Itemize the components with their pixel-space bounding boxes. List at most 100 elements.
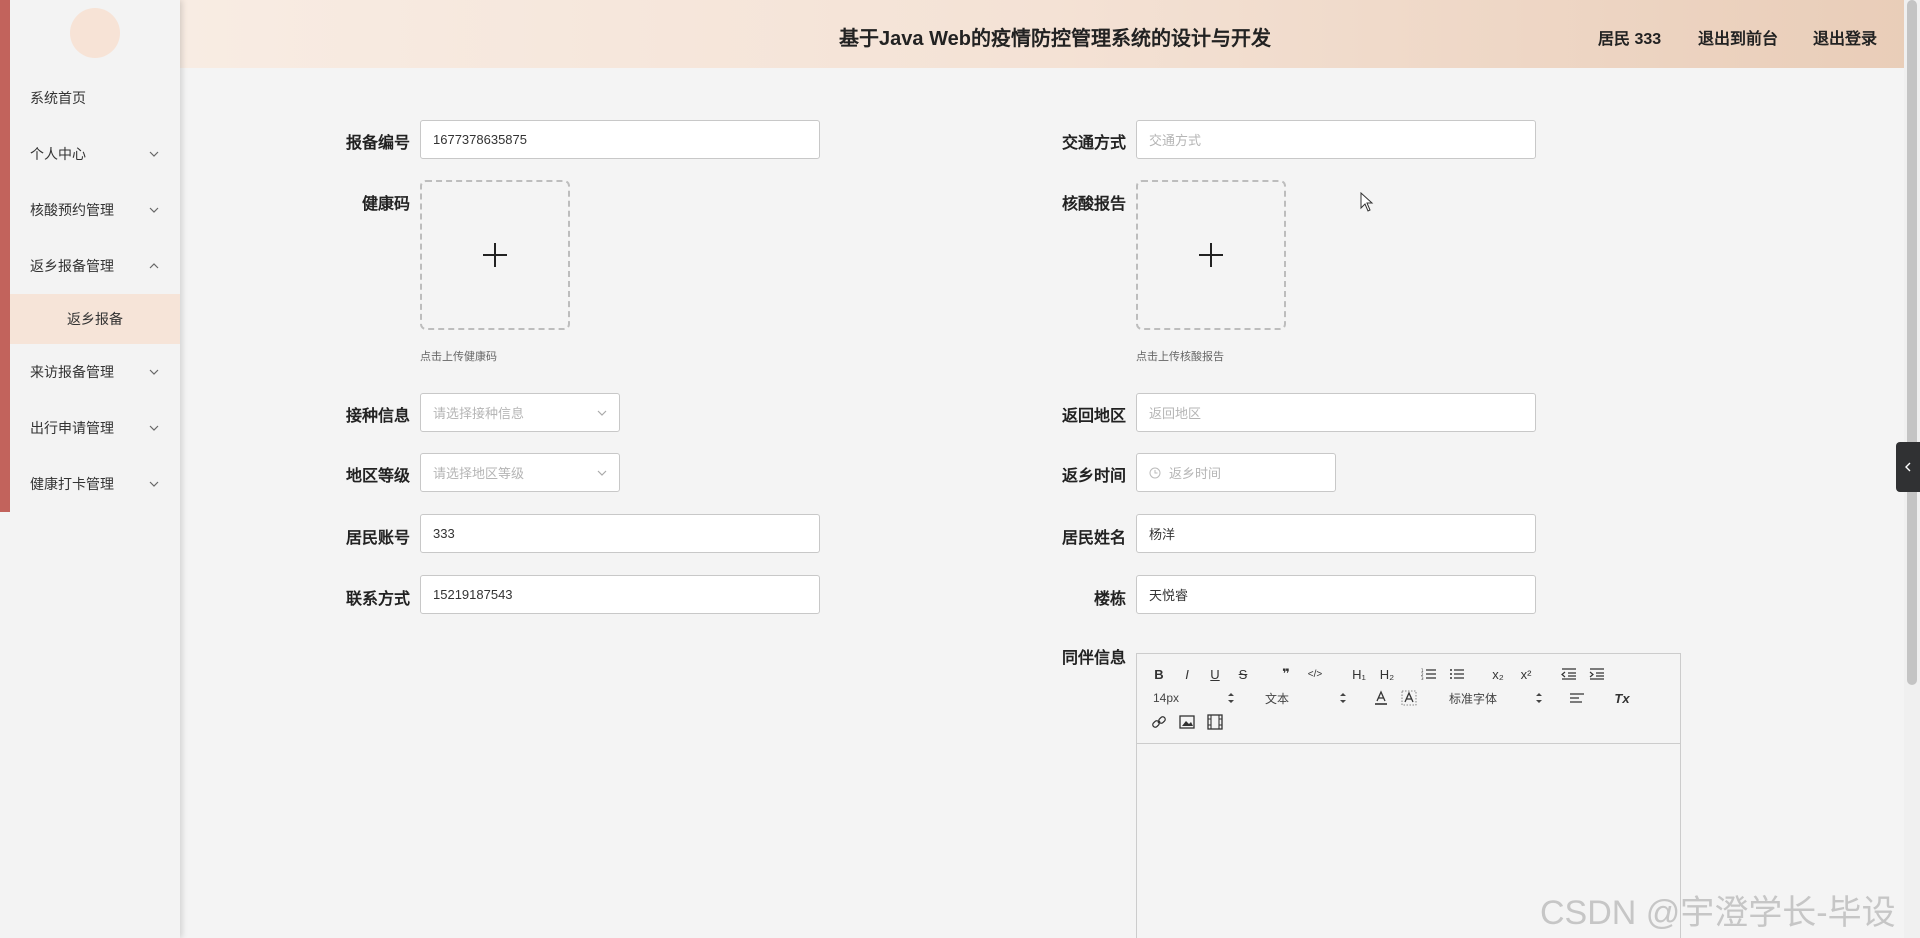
transport-placeholder: 交通方式	[1149, 133, 1202, 148]
contact-input[interactable]: 15219187543	[420, 575, 820, 614]
return-region-input[interactable]: 返回地区	[1136, 393, 1536, 432]
chevron-down-icon	[597, 470, 607, 476]
font-size-select[interactable]: 14px	[1153, 689, 1235, 707]
text-color-icon	[1375, 690, 1387, 705]
underline-button[interactable]: U	[1207, 665, 1223, 683]
nucleic-report-upload[interactable]	[1136, 180, 1286, 330]
vaccine-placeholder: 请选择接种信息	[433, 406, 525, 421]
building-input[interactable]: 天悦睿	[1136, 575, 1536, 614]
subscript-button[interactable]: x₂	[1489, 665, 1507, 683]
updown-icon	[1340, 693, 1346, 703]
scrollbar-thumb[interactable]	[1907, 0, 1917, 685]
sidebar-item-visitor-report-mgmt[interactable]: 来访报备管理	[10, 344, 180, 400]
sidebar-item-health-checkin-mgmt[interactable]: 健康打卡管理	[10, 456, 180, 512]
return-time-picker[interactable]: 返乡时间	[1136, 453, 1336, 492]
transport-input[interactable]: 交通方式	[1136, 120, 1536, 159]
italic-button[interactable]: I	[1179, 665, 1195, 683]
region-level-placeholder: 请选择地区等级	[433, 466, 525, 481]
chevron-down-icon	[148, 148, 160, 160]
return-region-placeholder: 返回地区	[1149, 406, 1202, 421]
link-button[interactable]	[1151, 713, 1167, 731]
plus-icon	[483, 243, 507, 267]
chevron-up-icon	[148, 260, 160, 272]
name-label: 居民姓名	[1061, 530, 1126, 547]
text-type-select[interactable]: 文本	[1265, 689, 1347, 707]
sidebar-item-label: 出行申请管理	[30, 420, 114, 436]
nucleic-report-hint: 点击上传核酸报告	[1136, 351, 1224, 363]
blockquote-button[interactable]: ❞	[1277, 665, 1295, 683]
sidebar-subitem-label: 返乡报备	[67, 311, 123, 327]
bullet-list-button[interactable]	[1449, 665, 1465, 683]
image-button[interactable]	[1179, 713, 1195, 731]
sidebar-item-label: 个人中心	[30, 146, 86, 162]
collapse-panel-button[interactable]	[1896, 442, 1920, 492]
avatar[interactable]	[70, 8, 120, 58]
health-code-label: 健康码	[361, 196, 410, 213]
svg-text:3: 3	[1421, 676, 1424, 681]
name-input[interactable]: 杨洋	[1136, 514, 1536, 553]
plus-icon	[1199, 243, 1223, 267]
sidebar-item-label: 系统首页	[30, 90, 86, 106]
editor-toolbar: B I U S ❞ </> H₁ H₂ 123 x₂ x² 14px 文本 标准…	[1137, 654, 1680, 744]
sidebar: 系统首页 个人中心 核酸预约管理 返乡报备管理 返乡报备 来访报备管理 出行申请…	[0, 0, 180, 938]
ordered-list-button[interactable]: 123	[1421, 665, 1437, 683]
return-region-label: 返回地区	[1061, 408, 1126, 425]
align-left-icon	[1570, 693, 1584, 703]
contact-value: 15219187543	[433, 587, 513, 602]
updown-icon	[1228, 693, 1234, 703]
building-value: 天悦睿	[1149, 588, 1189, 603]
sidebar-item-home[interactable]: 系统首页	[10, 70, 180, 126]
health-code-upload[interactable]	[420, 180, 570, 330]
sidebar-item-personal-center[interactable]: 个人中心	[10, 126, 180, 182]
indent-button[interactable]	[1589, 665, 1605, 683]
current-user-label: 居民 333	[1598, 31, 1662, 48]
sidebar-accent-bar	[0, 0, 10, 512]
report-no-input[interactable]: 1677378635875	[420, 120, 820, 159]
strike-button[interactable]: S	[1235, 665, 1251, 683]
sidebar-item-travel-application-mgmt[interactable]: 出行申请管理	[10, 400, 180, 456]
top-header: 基于Java Web的疫情防控管理系统的设计与开发 居民 333 退出到前台 退…	[180, 0, 1920, 68]
background-color-button[interactable]	[1401, 689, 1417, 707]
transport-label: 交通方式	[1061, 135, 1126, 152]
exit-to-frontend-link[interactable]: 退出到前台	[1698, 25, 1778, 49]
align-button[interactable]	[1569, 689, 1585, 707]
sidebar-item-return-report-mgmt[interactable]: 返乡报备管理	[10, 238, 180, 294]
watermark: CSDN @宇澄学长-毕设	[1540, 894, 1896, 932]
superscript-button[interactable]: x²	[1517, 665, 1535, 683]
account-value: 333	[433, 526, 455, 541]
chevron-down-icon	[148, 204, 160, 216]
video-button[interactable]	[1207, 713, 1223, 731]
ordered-list-icon: 123	[1421, 668, 1436, 681]
background-color-icon	[1401, 690, 1417, 706]
building-label: 楼栋	[1093, 591, 1126, 608]
link-icon	[1152, 716, 1166, 728]
sidebar-menu: 系统首页 个人中心 核酸预约管理 返乡报备管理 返乡报备 来访报备管理 出行申请…	[10, 70, 180, 512]
account-input[interactable]: 333	[420, 514, 820, 553]
nucleic-report-label: 核酸报告	[1061, 196, 1126, 213]
health-code-hint: 点击上传健康码	[420, 351, 497, 363]
chevron-left-icon	[1905, 462, 1911, 472]
video-icon	[1207, 714, 1223, 730]
h2-button[interactable]: H₂	[1377, 665, 1397, 683]
text-color-button[interactable]	[1373, 689, 1389, 707]
indent-icon	[1589, 668, 1604, 680]
code-block-button[interactable]: </>	[1305, 665, 1325, 683]
h1-button[interactable]: H₁	[1349, 665, 1369, 683]
region-level-select[interactable]: 请选择地区等级	[420, 453, 620, 492]
outdent-button[interactable]	[1561, 665, 1577, 683]
sidebar-item-label: 核酸预约管理	[30, 202, 114, 218]
report-no-label: 报备编号	[345, 135, 410, 152]
logout-link[interactable]: 退出登录	[1813, 25, 1877, 49]
sidebar-subitem-return-report[interactable]: 返乡报备	[10, 294, 180, 344]
region-level-label: 地区等级	[345, 468, 410, 485]
font-family-select[interactable]: 标准字体	[1449, 689, 1543, 707]
bold-button[interactable]: B	[1151, 665, 1167, 683]
clock-icon	[1149, 467, 1161, 478]
report-no-value: 1677378635875	[433, 132, 527, 147]
sidebar-item-nucleic-booking[interactable]: 核酸预约管理	[10, 182, 180, 238]
clear-format-button[interactable]: Tx	[1613, 689, 1631, 707]
vaccine-select[interactable]: 请选择接种信息	[420, 393, 620, 432]
sidebar-item-label: 返乡报备管理	[30, 258, 114, 274]
chevron-down-icon	[148, 366, 160, 378]
outdent-icon	[1561, 668, 1576, 680]
